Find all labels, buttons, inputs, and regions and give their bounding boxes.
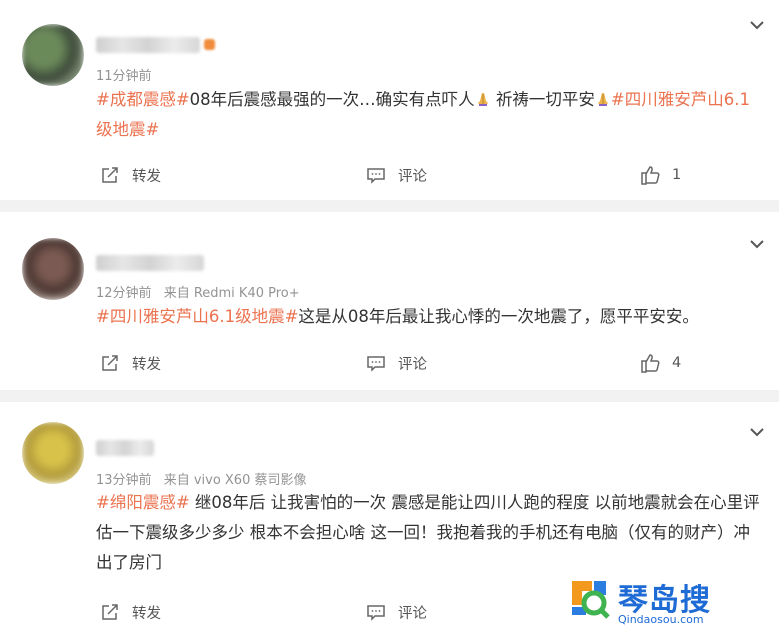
chevron-down-icon[interactable] xyxy=(747,234,767,254)
repost-button[interactable]: 转发 xyxy=(100,597,161,627)
watermark: 琴岛搜 Qindaosou.com xyxy=(568,573,768,633)
post-2: 12分钟前 来自 Redmi K40 Pro+ #四川雅安芦山6.1级地震#这是… xyxy=(0,212,779,390)
repost-icon xyxy=(102,167,118,183)
thumbs-up-icon xyxy=(641,166,660,185)
pray-icon xyxy=(595,87,611,106)
repost-button[interactable]: 转发 xyxy=(100,160,161,190)
post-time[interactable]: 11分钟前 xyxy=(96,69,152,84)
repost-button[interactable]: 转发 xyxy=(100,348,161,378)
repost-label: 转发 xyxy=(132,605,161,622)
post-content: #成都震感#08年后震感最强的一次…确实有点吓人 祈祷一切平安 #四川雅安芦山6.… xyxy=(96,85,766,145)
post-content: #绵阳震感# 继08年后 让我害怕的一次 震感是能让四川人跑的程度 以前地震就会… xyxy=(96,488,766,578)
post-1: 11分钟前 #成都震感#08年后震感最强的一次…确实有点吓人 祈祷一切平安 #四川… xyxy=(0,0,779,200)
post-meta: 11分钟前 xyxy=(96,65,152,84)
post-divider xyxy=(0,200,779,212)
comment-label: 评论 xyxy=(398,356,427,373)
avatar[interactable] xyxy=(22,238,84,300)
post-text: 祈祷一切平安 xyxy=(490,90,595,109)
hashtag-link[interactable]: #四川雅安芦山6.1级地震# xyxy=(96,307,298,326)
vip-badge-icon xyxy=(204,39,215,50)
pray-icon xyxy=(475,87,491,106)
post-source: 来自 Redmi K40 Pro+ xyxy=(163,286,300,301)
post-text: 这是从08年后最让我心悸的一次地震了，愿平平安安。 xyxy=(298,307,699,326)
repost-label: 转发 xyxy=(132,356,161,373)
comment-button[interactable]: 评论 xyxy=(366,597,427,627)
post-time[interactable]: 13分钟前 xyxy=(96,473,152,488)
post-source: 来自 vivo X60 蔡司影像 xyxy=(163,473,307,488)
avatar[interactable] xyxy=(22,24,84,86)
like-button[interactable]: 4 xyxy=(640,348,681,378)
comment-label: 评论 xyxy=(398,605,427,622)
post-meta: 13分钟前 来自 vivo X60 蔡司影像 xyxy=(96,469,307,488)
like-count: 4 xyxy=(672,355,682,371)
username-blurred[interactable] xyxy=(96,37,200,53)
repost-label: 转发 xyxy=(132,168,161,185)
hashtag-link[interactable]: #绵阳震感# xyxy=(96,493,190,512)
thumbs-up-icon xyxy=(641,354,660,373)
post-content: #四川雅安芦山6.1级地震#这是从08年后最让我心悸的一次地震了，愿平平安安。 xyxy=(96,302,766,332)
post-text: 08年后震感最强的一次…确实有点吓人 xyxy=(189,90,475,109)
post-text: 继08年后 让我害怕的一次 震感是能让四川人跑的程度 以前地震就会在心里评估一下… xyxy=(96,493,760,572)
comment-label: 评论 xyxy=(398,168,427,185)
qindaosou-logo-icon xyxy=(572,581,610,619)
watermark-url: Qindaosou.com xyxy=(618,613,704,626)
post-time[interactable]: 12分钟前 xyxy=(96,286,152,301)
like-button[interactable]: 1 xyxy=(640,160,681,190)
comment-icon xyxy=(367,168,385,184)
comment-button[interactable]: 评论 xyxy=(366,160,427,190)
action-bar: 转发 评论 1 xyxy=(0,160,779,190)
repost-icon xyxy=(102,604,118,620)
comment-button[interactable]: 评论 xyxy=(366,348,427,378)
post-meta: 12分钟前 来自 Redmi K40 Pro+ xyxy=(96,282,300,301)
chevron-down-icon[interactable] xyxy=(747,422,767,442)
chevron-down-icon[interactable] xyxy=(747,15,767,35)
repost-icon xyxy=(102,355,118,371)
comment-icon xyxy=(367,605,385,621)
username-blurred[interactable] xyxy=(96,255,204,271)
hashtag-link[interactable]: #成都震感# xyxy=(96,90,190,109)
post-divider xyxy=(0,390,779,402)
username-blurred[interactable] xyxy=(96,440,154,456)
avatar[interactable] xyxy=(22,422,84,484)
action-bar: 转发 评论 4 xyxy=(0,348,779,378)
like-count: 1 xyxy=(672,167,682,183)
comment-icon xyxy=(367,356,385,372)
